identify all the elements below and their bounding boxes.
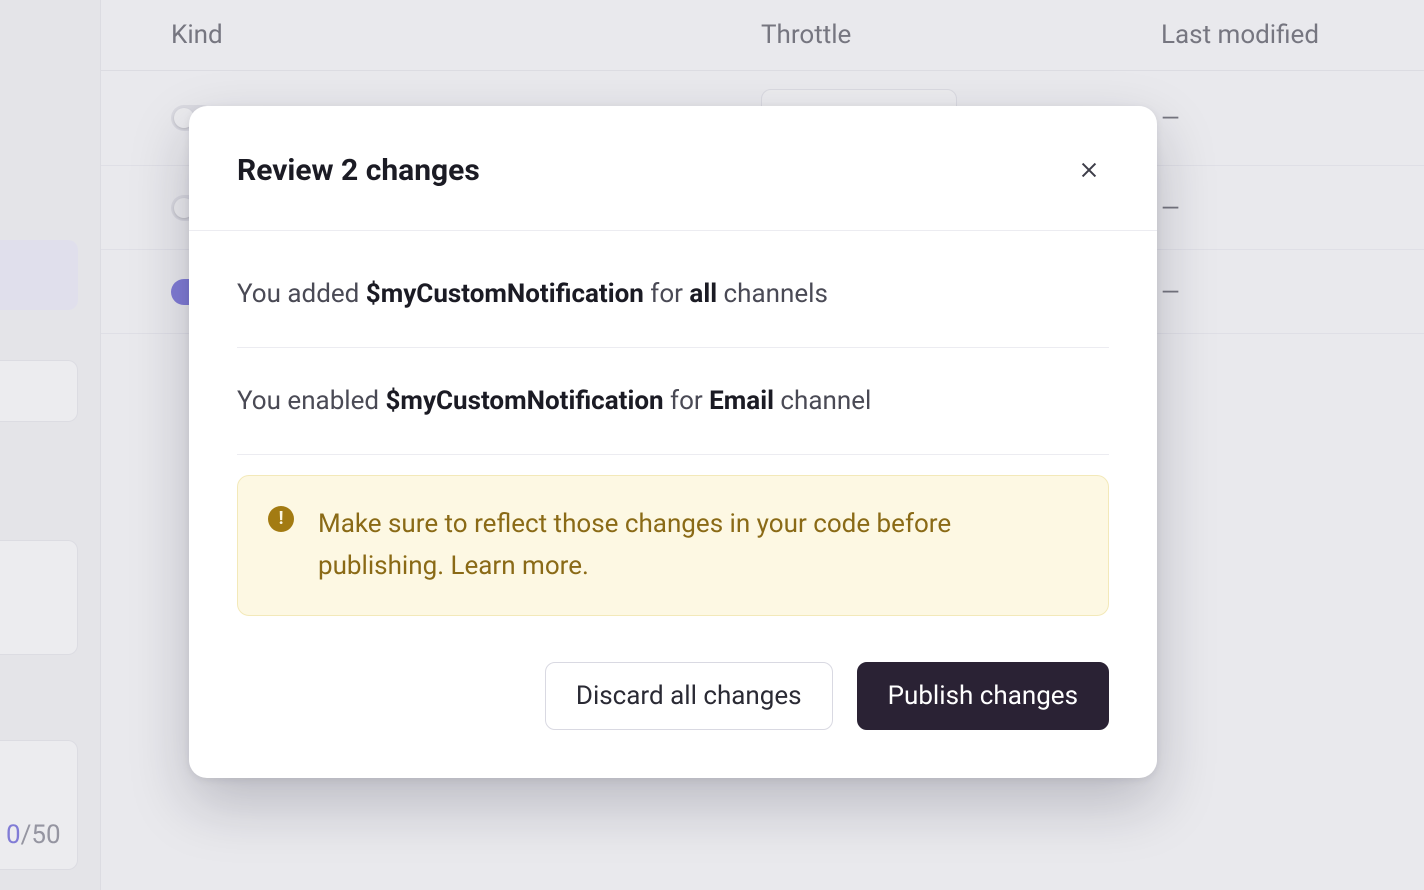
warning-banner: ! Make sure to reflect those changes in … xyxy=(237,475,1109,616)
change-subject: $myCustomNotification xyxy=(366,279,644,309)
change-scope: Email xyxy=(709,386,774,416)
modal-header: Review 2 changes xyxy=(189,106,1157,231)
change-item: You added $myCustomNotification for all … xyxy=(237,241,1109,348)
change-prefix: You added xyxy=(237,279,366,309)
change-scope: all xyxy=(689,279,717,309)
change-prefix: You enabled xyxy=(237,386,386,416)
modal-body: You added $myCustomNotification for all … xyxy=(189,231,1157,616)
modal-footer: Discard all changes Publish changes xyxy=(189,616,1157,778)
change-mid: for xyxy=(644,279,690,309)
change-suffix: channel xyxy=(774,386,871,416)
close-button[interactable] xyxy=(1069,150,1109,190)
discard-button[interactable]: Discard all changes xyxy=(545,662,833,730)
change-item: You enabled $myCustomNotification for Em… xyxy=(237,348,1109,455)
warning-text: Make sure to reflect those changes in yo… xyxy=(318,509,951,581)
warning-icon: ! xyxy=(268,506,294,532)
review-changes-modal: Review 2 changes You added $myCustomNoti… xyxy=(189,106,1157,778)
close-icon xyxy=(1078,159,1100,181)
publish-button[interactable]: Publish changes xyxy=(857,662,1109,730)
modal-title: Review 2 changes xyxy=(237,153,480,188)
change-subject: $myCustomNotification xyxy=(386,386,664,416)
change-suffix: channels xyxy=(717,279,828,309)
change-mid: for xyxy=(664,386,710,416)
